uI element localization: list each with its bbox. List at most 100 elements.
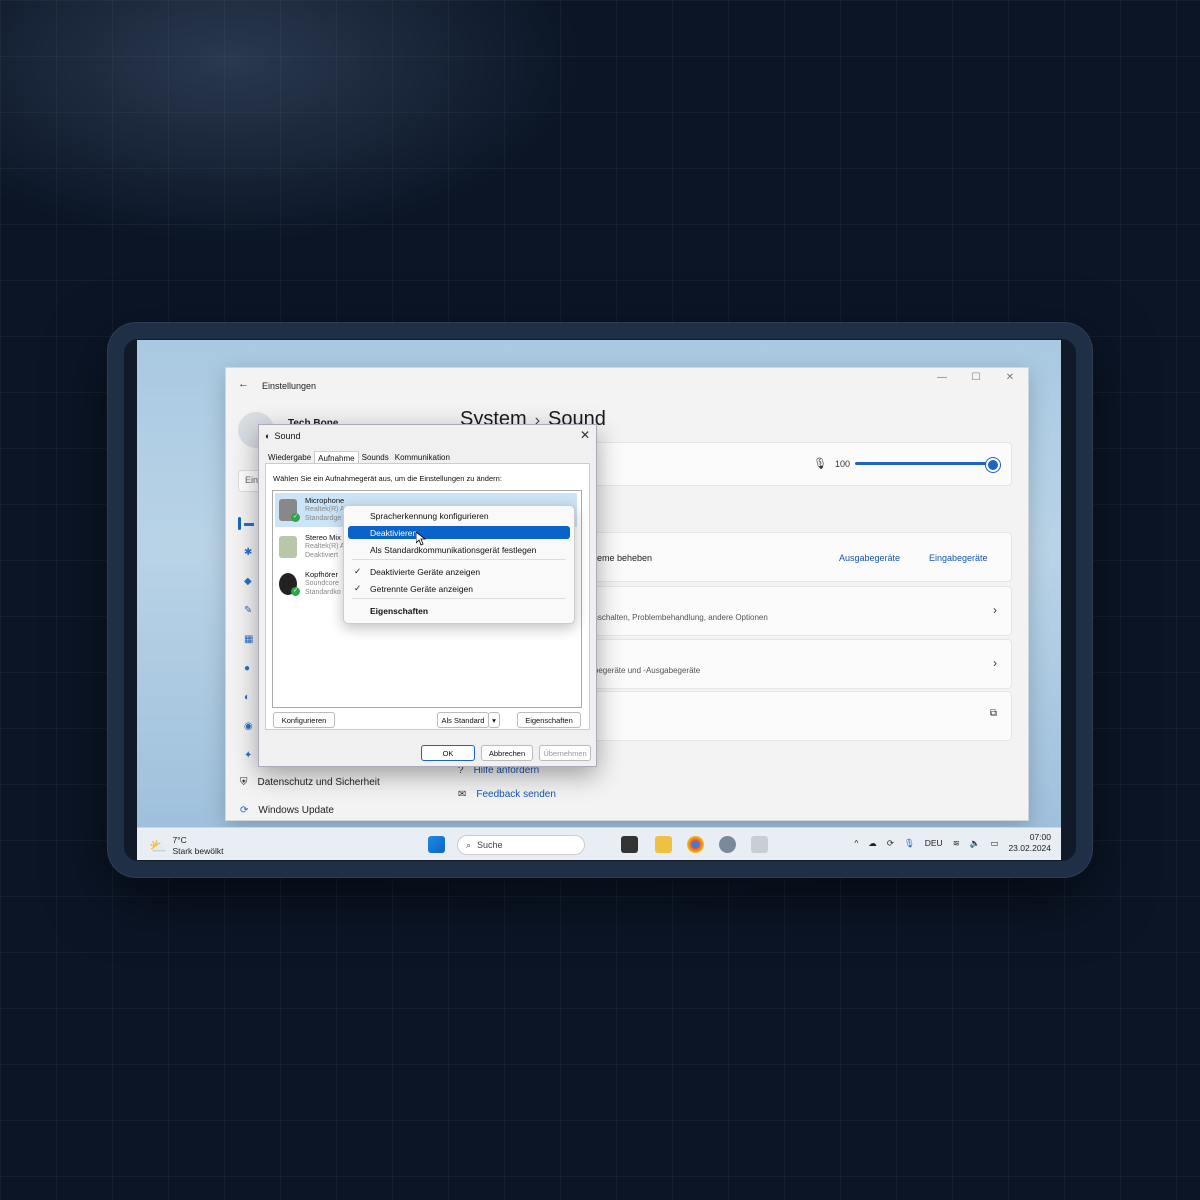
sidebar-item-windows-update[interactable]: ⟳ Windows Update	[240, 805, 334, 816]
weather-text: Stark bewölkt	[172, 846, 224, 856]
default-check-icon: ✓	[291, 513, 300, 522]
battery-icon[interactable]: ▭	[990, 838, 998, 849]
context-menu: Spracherkennung konfigurieren Deaktivier…	[343, 505, 575, 624]
start-icon[interactable]	[428, 836, 445, 853]
temperature: 7°C	[172, 835, 187, 845]
close-icon[interactable]: ✕	[1000, 372, 1020, 383]
more-sound-options-card[interactable]: ⧉	[584, 691, 1012, 741]
instruction-text: Wählen Sie ein Aufnahmegerät aus, um die…	[273, 474, 502, 483]
desktop-screen: ← Einstellungen — ☐ ✕ Tech Bone Ein ▬ ✱ …	[137, 340, 1061, 860]
menu-item-properties[interactable]: Eigenschaften	[348, 604, 570, 617]
checkmark-icon: ✓	[354, 583, 362, 593]
maximize-icon[interactable]: ☐	[966, 372, 986, 383]
file-explorer-icon[interactable]	[655, 836, 672, 853]
chevron-right-icon: ›	[993, 656, 997, 670]
active-nav-indicator	[238, 517, 241, 530]
feedback-link[interactable]: ✉ Feedback senden	[458, 789, 556, 800]
default-comm-check-icon: ✓	[291, 587, 300, 596]
device-name: Stereo Mix	[305, 533, 341, 542]
weather-widget[interactable]: ⛅ 7°C Stark bewölkt	[149, 835, 223, 857]
input-volume-card: 🎙 100	[584, 442, 1012, 486]
app-volume-card[interactable]: gabegeräte und -Ausgabegeräte ›	[584, 639, 1012, 689]
cancel-button[interactable]: Abbrechen	[481, 745, 533, 761]
set-default-dropdown[interactable]: ▾	[488, 712, 500, 728]
back-arrow-icon[interactable]: ←	[238, 378, 249, 390]
system-icon[interactable]: ▬	[244, 518, 258, 532]
external-link-icon: ⧉	[989, 708, 997, 719]
personalization-icon[interactable]: ✎	[244, 605, 258, 619]
sync-icon[interactable]: ⟳	[887, 838, 894, 849]
sidebar-item-label: Windows Update	[258, 805, 334, 816]
bluetooth-icon[interactable]: ✱	[244, 547, 258, 561]
apply-button[interactable]: Übernehmen	[539, 745, 591, 761]
set-default-button[interactable]: Als Standard	[437, 712, 489, 728]
settings-window-title: Einstellungen	[262, 381, 317, 391]
more-sound-settings-card[interactable]: ausschalten, Problembehandlung, andere O…	[584, 586, 1012, 636]
device-name: Kopfhörer	[305, 570, 338, 579]
close-icon[interactable]: ✕	[580, 428, 590, 442]
menu-separator	[352, 559, 566, 560]
task-view-icon[interactable]	[621, 836, 638, 853]
properties-button[interactable]: Eigenschaften	[517, 712, 581, 728]
accounts-icon[interactable]: ●	[244, 663, 258, 677]
card-description: ausschalten, Problembehandlung, andere O…	[585, 613, 768, 622]
menu-item-show-disabled[interactable]: ✓ Deaktivierte Geräte anzeigen	[348, 565, 570, 578]
feedback-icon: ✉	[458, 789, 467, 800]
microphone-icon[interactable]: 🎙	[813, 457, 827, 470]
shield-icon: ⛨	[240, 777, 248, 788]
update-icon: ⟳	[240, 805, 249, 816]
output-devices-link[interactable]: Ausgabegeräte	[839, 553, 900, 563]
settings-gear-icon[interactable]	[719, 836, 736, 853]
clock[interactable]: 07:00 23.02.2024	[1008, 832, 1051, 854]
accessibility-icon[interactable]: ✦	[244, 750, 258, 764]
gaming-icon[interactable]: ◉	[244, 721, 258, 735]
card-description: gabegeräte und -Ausgabegeräte	[585, 666, 701, 675]
sidebar-item-privacy[interactable]: ⛨ Datenschutz und Sicherheit	[240, 777, 380, 788]
language-indicator[interactable]: DEU	[925, 838, 943, 848]
apps-icon[interactable]: ▦	[244, 634, 258, 648]
speaker-icon: ◐	[265, 431, 271, 441]
chrome-icon[interactable]	[687, 836, 704, 853]
menu-item-label: Eigenschaften	[370, 605, 429, 616]
search-label: Suche	[477, 840, 503, 850]
checkmark-icon: ✓	[354, 566, 362, 576]
sidebar-item-label: Datenschutz und Sicherheit	[257, 777, 380, 788]
menu-item-configure-speech[interactable]: Spracherkennung konfigurieren	[348, 509, 570, 522]
microphone-tray-icon[interactable]: 🎙	[904, 838, 915, 849]
chevron-right-icon: ›	[993, 603, 997, 617]
minimize-icon[interactable]: —	[932, 372, 952, 383]
menu-item-set-default-comm[interactable]: Als Standardkommunikationsgerät festlege…	[348, 543, 570, 556]
volume-slider-thumb[interactable]	[986, 458, 1000, 472]
tablet-frame: ← Einstellungen — ☐ ✕ Tech Bone Ein ▬ ✱ …	[108, 323, 1092, 877]
volume-slider-track[interactable]	[855, 462, 989, 465]
taskbar-search[interactable]: ⌕ Suche	[457, 835, 585, 855]
device-status: Standardko	[305, 589, 341, 596]
mouse-cursor-icon	[416, 532, 426, 546]
network-icon[interactable]: ◆	[244, 576, 258, 590]
menu-item-show-disconnected[interactable]: ✓ Getrennte Geräte anzeigen	[348, 582, 570, 595]
device-driver: Realtek(R) A	[305, 506, 345, 513]
volume-value: 100	[835, 459, 851, 469]
taskbar: ⛅ 7°C Stark bewölkt ⌕ Suche ^ ☁ ⟳ 🎙 DEU …	[137, 827, 1061, 860]
menu-item-disable[interactable]: Deaktivieren	[348, 526, 570, 539]
onedrive-icon[interactable]: ☁	[868, 838, 877, 849]
input-devices-link[interactable]: Eingabegeräte	[929, 553, 988, 563]
sound-app-icon[interactable]	[751, 836, 768, 853]
device-driver: Soundcore	[305, 580, 339, 587]
configure-button[interactable]: Konfigurieren	[273, 712, 335, 728]
volume-icon[interactable]: 🔈	[970, 838, 981, 849]
chevron-up-icon[interactable]: ^	[854, 838, 858, 848]
time-language-icon[interactable]: ◐	[244, 692, 258, 706]
wifi-icon[interactable]: ≋	[953, 838, 960, 849]
tablet-bezel: ← Einstellungen — ☐ ✕ Tech Bone Ein ▬ ✱ …	[124, 339, 1076, 861]
chevron-down-icon: ▾	[492, 715, 496, 725]
ok-button[interactable]: OK	[421, 745, 475, 761]
stereo-mix-icon	[279, 536, 297, 558]
menu-separator	[352, 598, 566, 599]
device-status: Standardge	[305, 515, 342, 522]
device-name: Microphone	[305, 496, 345, 505]
menu-item-label: Spracherkennung konfigurieren	[370, 510, 489, 521]
menu-item-label: Als Standardkommunikationsgerät festlege…	[370, 544, 537, 555]
menu-item-label: Deaktivieren	[370, 527, 418, 538]
settings-titlebar: ← Einstellungen — ☐ ✕	[226, 368, 1028, 400]
